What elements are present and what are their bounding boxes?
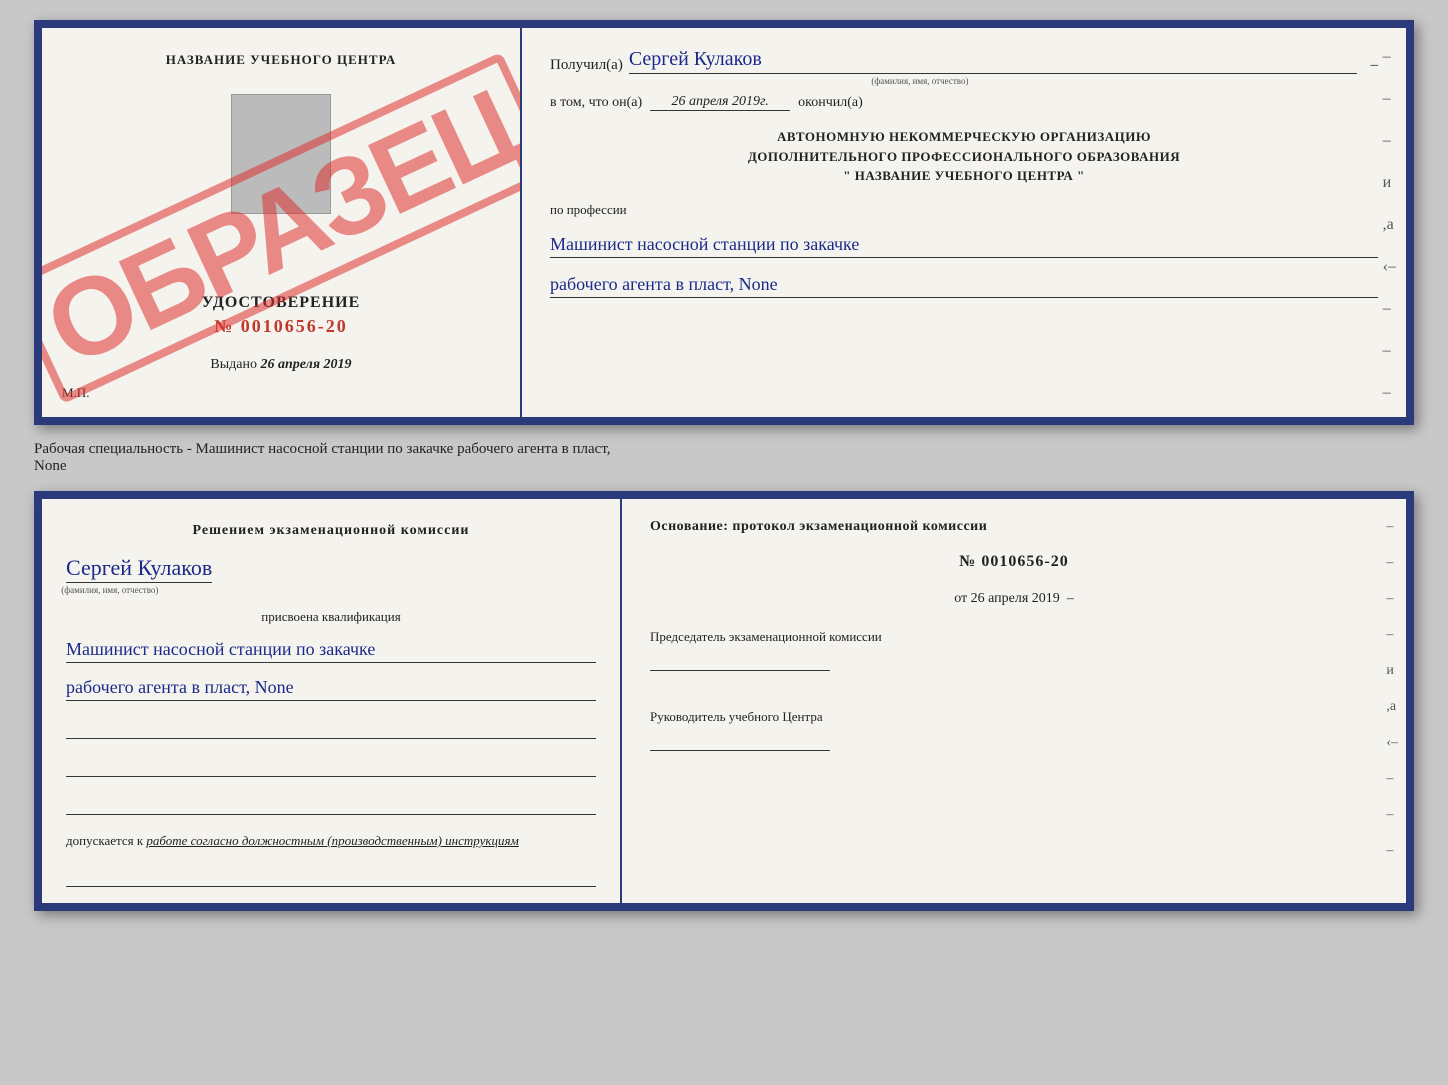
- top-doc-left: НАЗВАНИЕ УЧЕБНОГО ЦЕНТРА ОБРАЗЕЦ УДОСТОВ…: [42, 28, 522, 417]
- mp-label: М.П.: [62, 385, 89, 401]
- person-name-block: Сергей Кулаков (фамилия, имя, отчество): [66, 555, 596, 581]
- vydano-date: 26 апреля 2019: [261, 357, 352, 372]
- ot-date: от 26 апреля 2019 –: [650, 591, 1378, 607]
- org-name: " НАЗВАНИЕ УЧЕБНОГО ЦЕНТРА ": [550, 166, 1378, 186]
- rukovoditel-block: Руководитель учебного Центра: [650, 709, 1378, 751]
- resheniem-title: Решением экзаменационной комиссии: [66, 523, 596, 539]
- top-document: НАЗВАНИЕ УЧЕБНОГО ЦЕНТРА ОБРАЗЕЦ УДОСТОВ…: [34, 20, 1414, 425]
- right-dashes-bottom: – – – – и ,а ‹– – – –: [1386, 519, 1398, 859]
- qualification-line2: рабочего агента в пласт, None: [66, 677, 596, 701]
- vydano-label: Выдано: [210, 357, 257, 372]
- caption-block: Рабочая специальность - Машинист насосно…: [34, 441, 1414, 475]
- person-name-cursive: Сергей Кулаков (фамилия, имя, отчество): [66, 555, 212, 583]
- blank-line-4: [66, 867, 596, 887]
- prisvoena: присвоена квалификация: [66, 609, 596, 625]
- org-line2: ДОПОЛНИТЕЛЬНОГО ПРОФЕССИОНАЛЬНОГО ОБРАЗО…: [550, 147, 1378, 167]
- poluchil-label: Получил(а): [550, 57, 623, 74]
- caption-text: Рабочая специальность - Машинист насосно…: [34, 441, 611, 457]
- protocol-number: № 0010656-20: [650, 553, 1378, 571]
- right-dashes-top: – – – и ,а ‹– – – –: [1383, 48, 1396, 402]
- udostoverenie-number: № 0010656-20: [202, 316, 361, 337]
- udostoverenie-block: УДОСТОВЕРЕНИЕ № 0010656-20: [202, 294, 361, 337]
- okonchil-label: окончил(а): [798, 95, 863, 111]
- photo-placeholder: [231, 94, 331, 214]
- profession-line1: Машинист насосной станции по закачке: [550, 234, 1378, 258]
- poluchil-row: Получил(а) Сергей Кулаков (фамилия, имя,…: [550, 48, 1378, 74]
- predsedatel-sign-line: [650, 651, 830, 671]
- vtom-label: в том, что он(а): [550, 95, 642, 111]
- caption-text2: None: [34, 458, 67, 474]
- qualification-line1: Машинист насосной станции по закачке: [66, 639, 596, 663]
- vydano-row: Выдано 26 апреля 2019: [210, 357, 351, 373]
- bottom-doc-right: – – – – и ,а ‹– – – – Основание: протоко…: [622, 499, 1406, 903]
- fio-hint-bottom: (фамилия, имя, отчество): [61, 585, 158, 595]
- po-professii: по профессии: [550, 202, 1378, 218]
- poluchil-name: Сергей Кулаков (фамилия, имя, отчество): [629, 48, 1357, 74]
- rukovoditel-title: Руководитель учебного Центра: [650, 709, 823, 724]
- ot-label: от: [954, 591, 967, 606]
- predsedatel-title: Председатель экзаменационной комиссии: [650, 629, 882, 644]
- predsedatel-block: Председатель экзаменационной комиссии: [650, 629, 1378, 671]
- bottom-doc-left: Решением экзаменационной комиссии Сергей…: [42, 499, 622, 903]
- top-doc-right: – – – и ,а ‹– – – – Получил(а) Сергей Ку…: [522, 28, 1406, 417]
- org-block: АВТОНОМНУЮ НЕКОММЕРЧЕСКУЮ ОРГАНИЗАЦИЮ ДО…: [550, 127, 1378, 186]
- udostoverenie-title: УДОСТОВЕРЕНИЕ: [202, 294, 361, 312]
- fio-hint-top: (фамилия, имя, отчество): [871, 76, 968, 86]
- bottom-document: Решением экзаменационной комиссии Сергей…: [34, 491, 1414, 911]
- ot-date-value: 26 апреля 2019: [971, 591, 1060, 606]
- blank-line-2: [66, 757, 596, 777]
- dopuskaetsya-label: допускается к: [66, 833, 143, 848]
- center-name-top: НАЗВАНИЕ УЧЕБНОГО ЦЕНТРА: [166, 52, 397, 68]
- dopuskaetsya-block: допускается к работе согласно должностны…: [66, 833, 596, 849]
- rukovoditel-sign-line: [650, 731, 830, 751]
- dopuskaetsya-value: работе согласно должностным (производств…: [146, 833, 518, 848]
- org-line1: АВТОНОМНУЮ НЕКОММЕРЧЕСКУЮ ОРГАНИЗАЦИЮ: [550, 127, 1378, 147]
- profession-line2: рабочего агента в пласт, None: [550, 274, 1378, 298]
- vtom-date: 26 апреля 2019г.: [650, 94, 790, 111]
- osnovanie-label: Основание: протокол экзаменационной коми…: [650, 519, 1378, 535]
- vtom-row: в том, что он(а) 26 апреля 2019г. окончи…: [550, 94, 1378, 111]
- blank-line-1: [66, 719, 596, 739]
- blank-line-3: [66, 795, 596, 815]
